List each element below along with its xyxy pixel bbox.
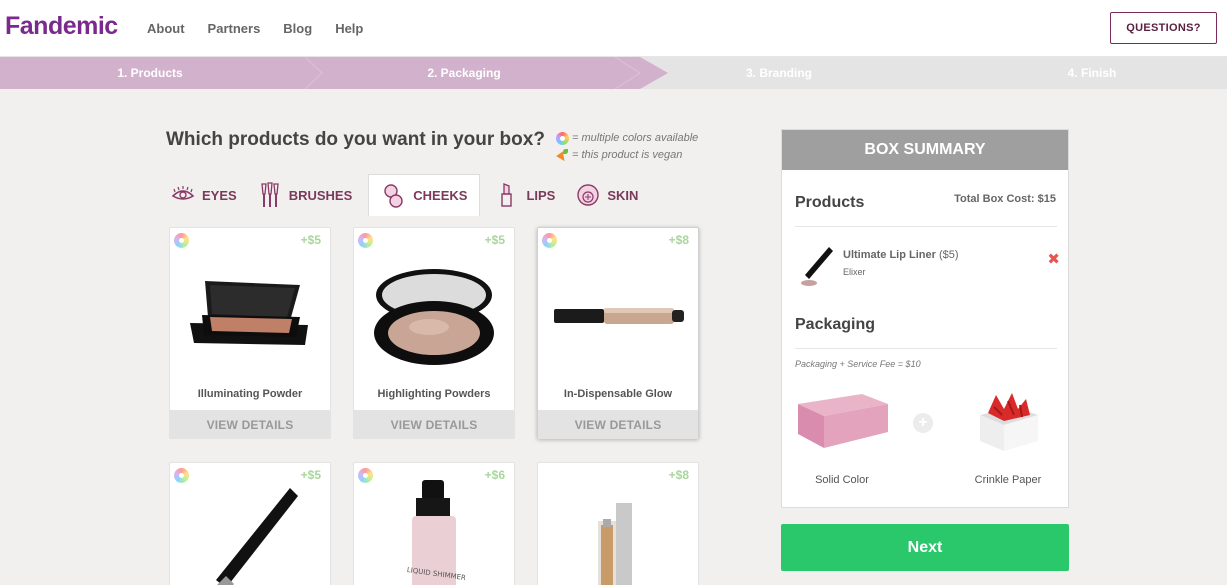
summary-item-name: Ultimate Lip Liner ($5) <box>843 249 959 261</box>
divider <box>795 226 1057 227</box>
legend-colors-text: = multiple colors available <box>572 132 699 144</box>
view-details-button[interactable]: VIEW DETAILS <box>354 410 514 439</box>
tab-brushes[interactable]: BRUSHES <box>253 174 359 216</box>
step-finish[interactable]: 4. Finish <box>982 57 1202 89</box>
product-image <box>170 250 330 382</box>
tab-brushes-label: BRUSHES <box>288 187 353 203</box>
lip-liner-thumbnail <box>797 243 837 289</box>
solid-color-label: Solid Color <box>815 474 869 486</box>
product-name: Illuminating Powder <box>197 388 303 400</box>
item-price-text: ($5) <box>938 249 959 261</box>
product-image <box>354 250 514 382</box>
product-image <box>170 471 330 585</box>
product-card-5[interactable]: +$6 LIQUID SHIMMER <box>353 462 515 585</box>
page-title: Which products do you want in your box? <box>166 129 545 150</box>
packaging-fee-note: Packaging + Service Fee = $10 <box>795 359 921 369</box>
product-card-6[interactable]: +$8 <box>537 462 699 585</box>
nav-about-link[interactable]: About <box>147 21 185 36</box>
product-image <box>538 250 698 382</box>
tab-lips-label: LIPS <box>526 187 556 203</box>
products-section-title: Products <box>795 194 865 211</box>
box-summary-title: BOX SUMMARY <box>782 130 1068 170</box>
product-price: +$5 <box>484 233 505 247</box>
remove-item-icon[interactable]: ✖ <box>1047 250 1060 268</box>
item-name-text: Ultimate Lip Liner <box>843 249 936 261</box>
product-card-illuminating-powder[interactable]: +$5 Illuminating Powder VIEW DETAILS <box>169 227 331 439</box>
category-tabs: EYES BRUSHES CHEEKS LIPS SKIN <box>166 174 654 216</box>
progress-steps: 1. Products 2. Packaging 3. Branding 4. … <box>0 57 1227 89</box>
view-details-button[interactable]: VIEW DETAILS <box>170 410 330 439</box>
color-wheel-icon <box>556 132 569 145</box>
color-wheel-icon <box>542 233 557 248</box>
tab-lips[interactable]: LIPS <box>490 174 561 216</box>
tab-eyes[interactable]: EYES <box>166 174 243 216</box>
product-card-in-dispensable-glow[interactable]: +$8 In-Dispensable Glow VIEW DETAILS <box>537 227 699 439</box>
product-image <box>538 471 698 585</box>
tab-skin[interactable]: SKIN <box>571 174 644 216</box>
carrot-icon <box>556 149 569 162</box>
top-navbar: Fandemic About Partners Blog Help QUESTI… <box>0 0 1227 57</box>
pink-box-image <box>796 390 891 450</box>
tab-cheeks[interactable]: CHEEKS <box>368 174 481 216</box>
tab-eyes-label: EYES <box>202 187 237 203</box>
product-image: LIQUID SHIMMER <box>354 471 514 585</box>
nav-help-link[interactable]: Help <box>335 21 363 36</box>
product-name: In-Dispensable Glow <box>563 388 673 400</box>
summary-item-brand: Elixer <box>843 267 866 277</box>
nav-blog-link[interactable]: Blog <box>283 21 312 36</box>
step-packaging[interactable]: 2. Packaging <box>354 57 574 89</box>
legend: = multiple colors available = this produ… <box>556 130 698 164</box>
crinkle-paper-label: Crinkle Paper <box>974 474 1042 486</box>
plus-icon: + <box>913 413 933 433</box>
step-branding[interactable]: 3. Branding <box>669 57 889 89</box>
product-card-4[interactable]: +$5 <box>169 462 331 585</box>
brushes-icon <box>257 182 283 208</box>
legend-vegan-text: = this product is vegan <box>572 149 683 161</box>
color-wheel-icon <box>358 233 373 248</box>
skin-icon <box>575 182 601 208</box>
box-summary-panel: BOX SUMMARY Products Total Box Cost: $15… <box>781 129 1069 508</box>
divider <box>795 348 1057 349</box>
total-box-cost: Total Box Cost: $15 <box>954 193 1056 205</box>
product-card-highlighting-powders[interactable]: +$5 Highlighting Powders VIEW DETAILS <box>353 227 515 439</box>
tab-cheeks-label: CHEEKS <box>413 188 468 203</box>
nav-partners-link[interactable]: Partners <box>208 21 261 36</box>
view-details-button[interactable]: VIEW DETAILS <box>538 410 698 439</box>
step-products[interactable]: 1. Products <box>40 57 260 89</box>
packaging-section-title: Packaging <box>795 316 876 333</box>
color-wheel-icon <box>174 233 189 248</box>
next-button[interactable]: Next <box>781 524 1069 571</box>
tab-skin-label: SKIN <box>607 187 639 203</box>
questions-button[interactable]: QUESTIONS? <box>1110 12 1217 44</box>
product-price: +$5 <box>300 233 321 247</box>
product-price: +$8 <box>668 233 689 247</box>
product-name: Highlighting Powders <box>377 388 491 400</box>
lipstick-icon <box>494 182 520 208</box>
crinkle-paper-image <box>974 385 1044 455</box>
brand-logo[interactable]: Fandemic <box>5 12 118 41</box>
main-nav: About Partners Blog Help <box>147 21 386 36</box>
eye-icon <box>170 182 196 208</box>
cheeks-icon <box>381 183 407 209</box>
